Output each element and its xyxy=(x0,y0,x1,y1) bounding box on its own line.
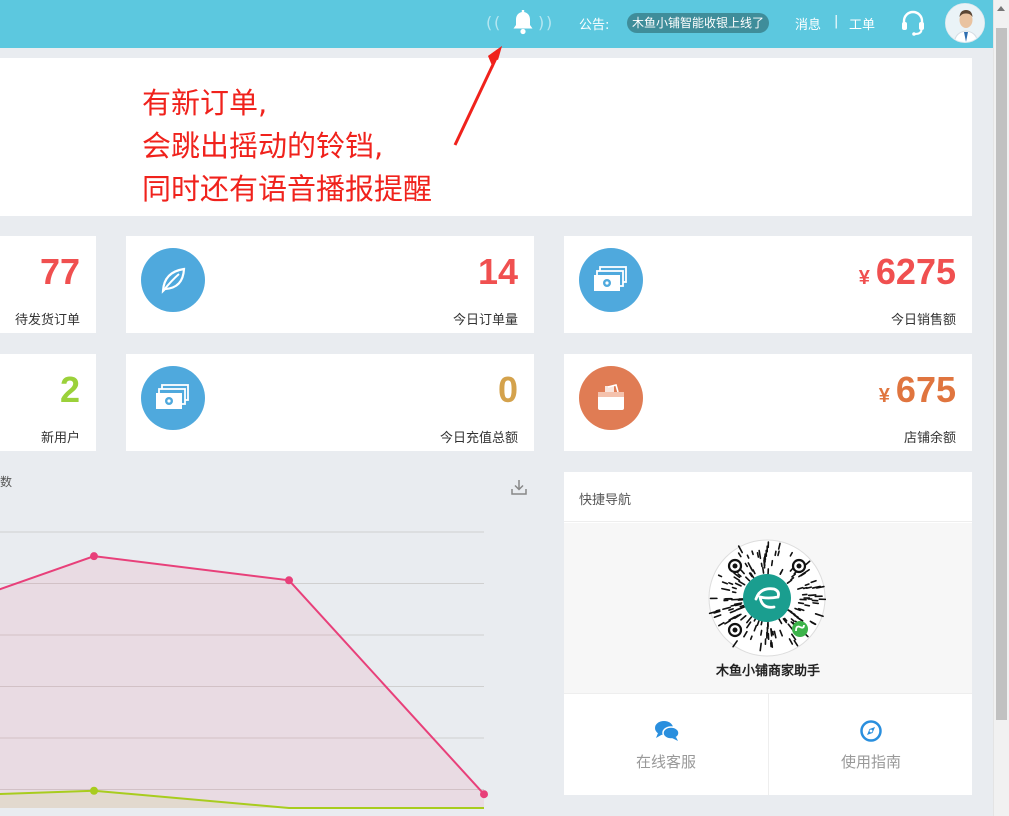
qr-code-line xyxy=(805,586,813,590)
chat-bubbles-icon xyxy=(655,721,680,741)
today-orders-card[interactable]: 14 今日订单量 xyxy=(126,236,534,333)
qr-finder-dot xyxy=(796,563,802,569)
annotation-arrow-icon xyxy=(453,46,502,146)
qr-code-line xyxy=(762,567,765,574)
bell-ring-right-wave-inner: ) xyxy=(538,13,545,32)
store-balance-card[interactable]: ¥675 店铺余额 xyxy=(564,354,972,451)
pending-orders-card[interactable]: 77 待发货订单 xyxy=(0,236,96,333)
sales-line-chart xyxy=(0,531,488,809)
bell-ring-left-wave-inner: ( xyxy=(494,13,501,32)
tickets-link[interactable]: 工单 xyxy=(849,14,875,33)
quick-nav-panel: 快捷导航 木鱼小铺商家助手 在线客服 使用指南 xyxy=(564,472,972,795)
annotation-line-2: 会跳出摇动的铃铛, xyxy=(142,129,384,163)
qr-code-line xyxy=(751,550,754,556)
pending-orders-label: 待发货订单 xyxy=(14,313,80,328)
nav-separator: | xyxy=(834,14,839,29)
messages-link[interactable]: 消息 xyxy=(795,14,821,33)
qr-code-line xyxy=(770,628,773,635)
annotation-text: 有新订单, 会跳出摇动的铃铛, 同时还有语音播报提醒 xyxy=(142,82,432,211)
user-guide-label: 使用指南 xyxy=(840,753,901,771)
cash-stack-icon xyxy=(141,366,205,430)
cash-stack-icon xyxy=(579,248,643,312)
today-sales-value: ¥6275 xyxy=(859,252,956,298)
today-recharge-value: 0 xyxy=(497,369,518,410)
qr-finder-dot xyxy=(732,627,738,633)
qr-code-line xyxy=(756,552,760,558)
quick-nav-title: 快捷导航 xyxy=(579,493,632,508)
today-sales-label: 今日销售额 xyxy=(890,313,956,328)
mini-program-badge-icon xyxy=(792,621,808,637)
page-scrollbar[interactable] xyxy=(993,0,1009,816)
qr-code-line xyxy=(731,591,737,594)
chart-data-point[interactable] xyxy=(480,790,488,799)
qr-code-line xyxy=(777,550,780,557)
qr-code-line xyxy=(774,550,777,557)
chart-data-point[interactable] xyxy=(90,786,98,795)
online-service-button[interactable]: 在线客服 xyxy=(564,693,768,795)
user-guide-button[interactable]: 使用指南 xyxy=(768,693,972,795)
store-balance-value: ¥675 xyxy=(879,370,956,416)
bell-icon xyxy=(513,10,533,35)
notice-badge[interactable]: 木鱼小铺智能收银上线了 xyxy=(627,13,770,33)
scroll-up-arrow-icon[interactable] xyxy=(997,6,1005,11)
notice-label: 公告: xyxy=(579,18,610,33)
online-service-label: 在线客服 xyxy=(635,753,696,771)
today-sales-currency: ¥ xyxy=(858,267,870,289)
qr-code-line xyxy=(804,604,811,607)
qr-code-line xyxy=(759,642,762,652)
bell-ring-left-wave: ( xyxy=(486,13,493,32)
compass-icon xyxy=(860,720,882,742)
chart-data-point[interactable] xyxy=(285,576,293,585)
today-orders-value: 14 xyxy=(477,251,518,292)
today-sales-amount: 6275 xyxy=(875,251,956,292)
store-balance-label: 店铺余额 xyxy=(903,431,956,446)
chart-title: 数 xyxy=(0,475,13,489)
wallet-icon xyxy=(579,366,643,430)
user-avatar[interactable] xyxy=(945,3,985,43)
qr-code-line xyxy=(760,629,763,636)
qr-code-line xyxy=(804,583,810,587)
qr-caption: 木鱼小铺商家助手 xyxy=(715,664,820,679)
qr-code-line xyxy=(771,630,775,636)
qr-code-line xyxy=(797,602,805,605)
chart-data-point[interactable] xyxy=(90,552,98,561)
headset-icon[interactable] xyxy=(899,9,927,37)
mini-program-qr-code[interactable] xyxy=(708,539,826,657)
notification-bell-button[interactable]: ( ( ) ) xyxy=(486,8,556,40)
leaf-icon xyxy=(141,248,205,312)
annotation-line-1: 有新订单, xyxy=(142,86,268,120)
today-recharge-card[interactable]: 0 今日充值总额 xyxy=(126,354,534,451)
scrollbar-thumb[interactable] xyxy=(996,28,1007,720)
quick-nav-header: 快捷导航 xyxy=(564,472,972,522)
download-icon[interactable] xyxy=(510,478,528,496)
qr-code-line xyxy=(715,609,721,612)
avatar-image xyxy=(946,4,984,42)
today-orders-label: 今日订单量 xyxy=(452,313,518,328)
qr-code-line xyxy=(739,604,745,608)
qr-code-line xyxy=(749,635,753,641)
annotation-line-3: 同时还有语音播报提醒 xyxy=(142,172,433,206)
qr-code-line xyxy=(770,559,774,567)
new-users-value: 2 xyxy=(59,369,80,410)
store-balance-amount: 675 xyxy=(895,369,956,410)
qr-code-line xyxy=(812,602,820,605)
chart-series-area xyxy=(0,556,484,808)
new-users-label: 新用户 xyxy=(40,431,80,446)
bell-ring-right-wave: ) xyxy=(546,13,553,32)
qr-code-line xyxy=(731,586,737,590)
qr-finder-dot xyxy=(732,563,738,569)
pending-orders-value: 77 xyxy=(39,251,80,292)
today-recharge-label: 今日充值总额 xyxy=(439,431,518,446)
new-users-card[interactable]: 2 新用户 xyxy=(0,354,96,451)
store-balance-currency: ¥ xyxy=(878,385,890,407)
today-sales-card[interactable]: ¥6275 今日销售额 xyxy=(564,236,972,333)
qr-area: 木鱼小铺商家助手 xyxy=(564,523,972,693)
